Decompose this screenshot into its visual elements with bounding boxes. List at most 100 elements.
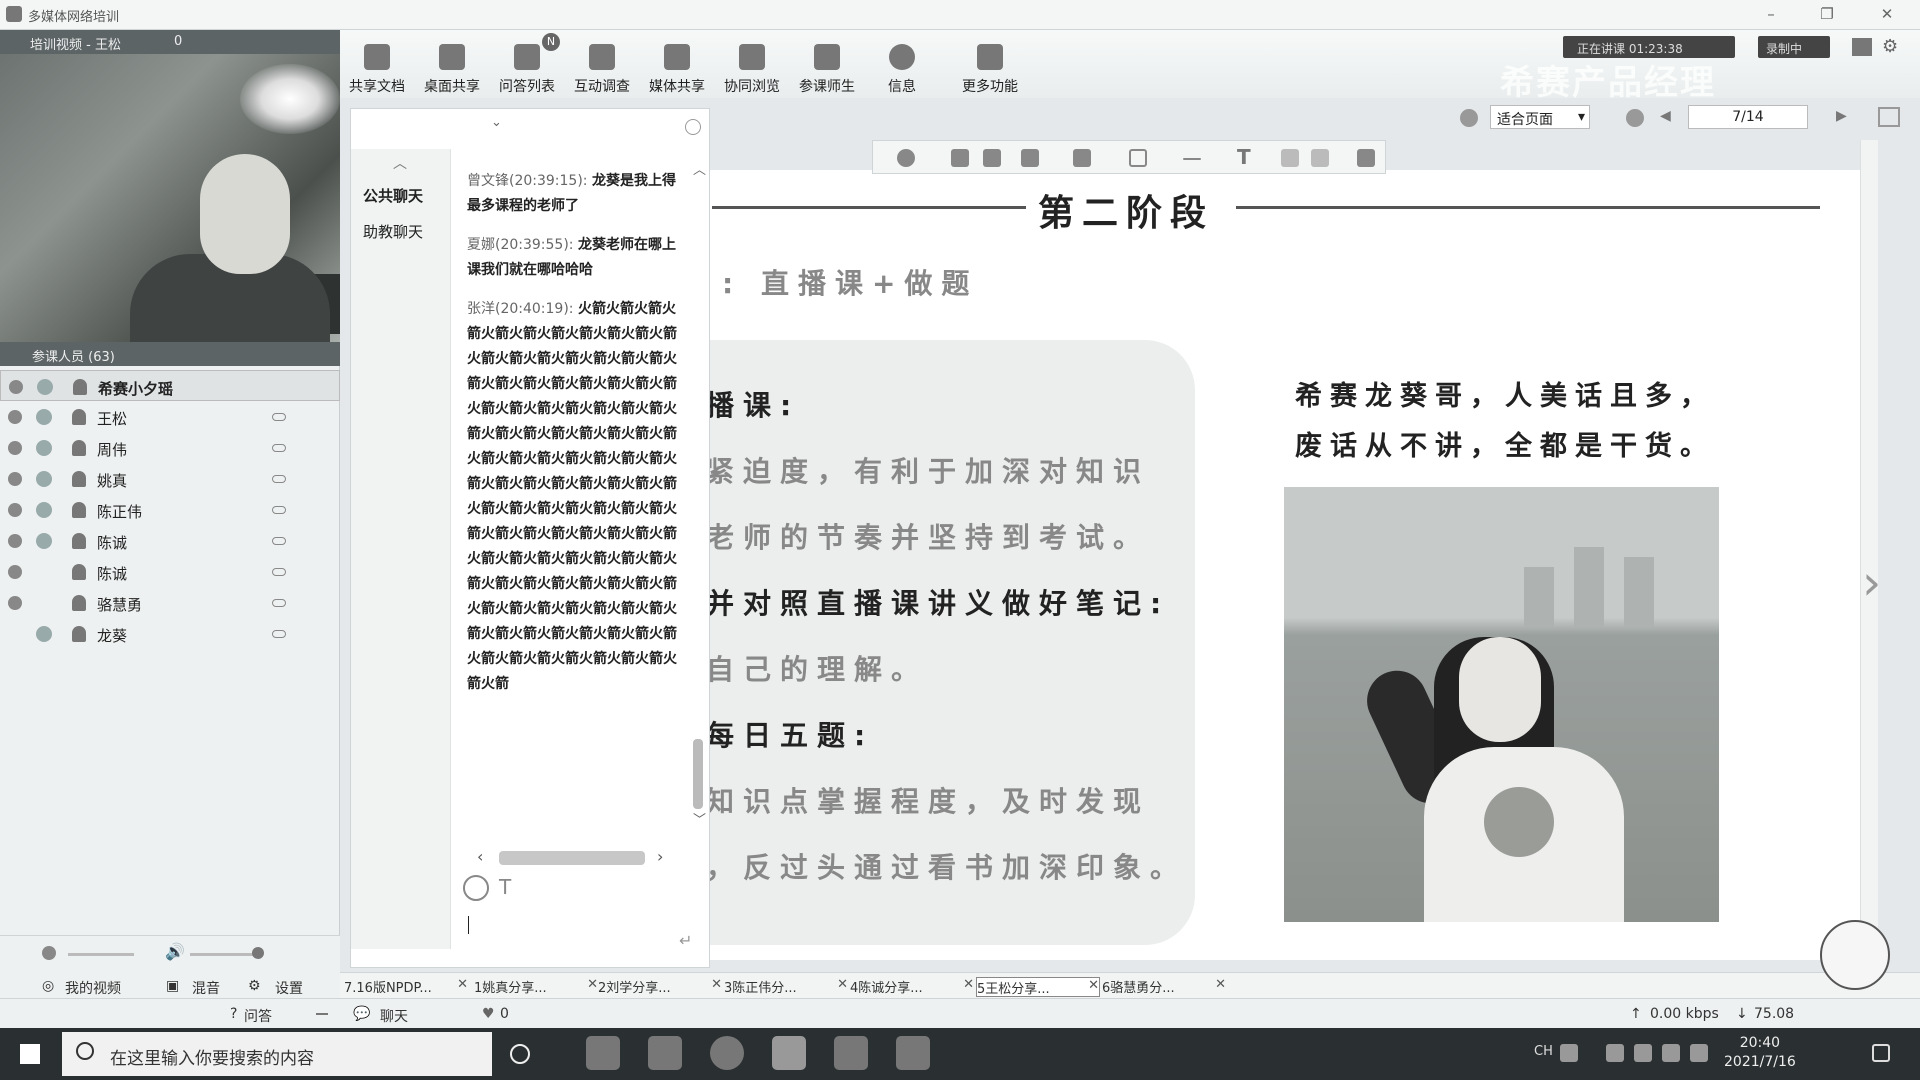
chat-scrollbar-thumb[interactable] (693, 739, 703, 809)
doc-tab[interactable]: 6骆慧勇分... ✕ (1102, 977, 1226, 997)
screenshot-icon[interactable] (1357, 149, 1375, 167)
participant-row[interactable]: 希赛小夕瑶 (0, 370, 340, 401)
battery-icon[interactable] (1662, 1044, 1680, 1062)
doc-tab[interactable]: 1姚真分享... ✕ (474, 977, 598, 997)
close-icon[interactable]: ✕ (837, 977, 848, 992)
system-clock[interactable]: 20:40 2021/7/16 (1724, 1034, 1796, 1072)
participant-row[interactable]: 陈诚 (0, 556, 340, 587)
doc-tab[interactable]: 4陈诚分享... ✕ (850, 977, 974, 997)
close-icon[interactable]: ✕ (587, 977, 598, 992)
refresh-icon[interactable] (1460, 109, 1478, 127)
eraser-icon[interactable] (951, 149, 969, 167)
send-icon[interactable]: ↵ (679, 931, 692, 950)
doc-tab[interactable]: 2刘学分享... ✕ (598, 977, 722, 997)
desktop-share-button[interactable]: 桌面共享 (415, 36, 489, 96)
settings-button[interactable]: 设置 (275, 978, 303, 998)
doc-tab[interactable]: 7.16版NPDP... ✕ (344, 977, 468, 997)
notification-icon[interactable] (1872, 1044, 1890, 1062)
restore-button[interactable]: ❐ (1812, 3, 1842, 25)
participant-row[interactable]: 龙葵 (0, 618, 340, 649)
close-icon[interactable]: ✕ (963, 977, 974, 992)
collapse-icon[interactable] (316, 1013, 328, 1015)
cortana-icon[interactable] (510, 1044, 530, 1064)
close-icon[interactable]: ✕ (711, 977, 722, 992)
select-icon[interactable] (983, 149, 1001, 167)
network-icon[interactable] (1690, 1044, 1708, 1062)
participant-row[interactable]: 陈诚 (0, 525, 340, 556)
doc-tab-active[interactable]: 5王松分享... ✕ (976, 977, 1100, 997)
scroll-right-icon[interactable]: › (657, 847, 663, 866)
color-icon[interactable] (1281, 149, 1299, 167)
close-button[interactable]: ✕ (1872, 3, 1902, 25)
my-video-button[interactable]: 我的视频 (65, 978, 121, 998)
co-browse-button[interactable]: 协同浏览 (715, 36, 789, 96)
prev-page-icon[interactable]: ◀ (1660, 108, 1671, 124)
browser-icon[interactable] (710, 1036, 744, 1070)
more-button[interactable]: 更多功能 (940, 36, 1040, 96)
participant-row[interactable]: 姚真 (0, 463, 340, 494)
rectangle-icon[interactable] (1129, 149, 1147, 167)
survey-button[interactable]: 互动调查 (565, 36, 639, 96)
tray-icon[interactable] (1634, 1044, 1652, 1062)
fullscreen-icon[interactable] (1878, 107, 1900, 127)
lecture-status[interactable]: 正在讲课 01:23:38 (1563, 36, 1735, 58)
windows-start-icon[interactable] (20, 1044, 40, 1064)
layout-icon[interactable] (1852, 38, 1872, 56)
scroll-left-icon[interactable]: ‹ (477, 847, 483, 866)
minimize-chat-icon[interactable] (685, 119, 701, 135)
pointer-icon[interactable] (897, 149, 915, 167)
line-icon[interactable] (1183, 158, 1201, 160)
chat-hscrollbar-thumb[interactable] (499, 851, 645, 865)
qa-button[interactable]: 问答 (244, 1006, 272, 1026)
attendees-button[interactable]: 参课师生 (790, 36, 864, 96)
close-icon[interactable]: ✕ (457, 977, 468, 992)
participant-row[interactable]: 周伟 (0, 432, 340, 463)
page-select[interactable]: 7/14 (1688, 105, 1808, 129)
volume-knob[interactable] (252, 947, 264, 959)
info-button[interactable]: 信息 (865, 36, 939, 96)
scroll-up-icon[interactable]: ︿ (693, 159, 706, 178)
powerpoint-icon[interactable] (586, 1036, 620, 1070)
participant-row[interactable]: 骆慧勇 (0, 587, 340, 618)
chat-input[interactable] (456, 904, 706, 954)
emoji-icon[interactable] (463, 875, 489, 901)
volume-slider[interactable] (190, 953, 258, 956)
training-app-icon[interactable] (772, 1036, 806, 1070)
mix-button[interactable]: 混音 (192, 978, 220, 998)
text-tool-icon[interactable]: T (1237, 145, 1251, 169)
doc-tab[interactable]: 3陈正伟分... ✕ (724, 977, 848, 997)
media-share-button[interactable]: 媒体共享 (640, 36, 714, 96)
close-icon[interactable]: ✕ (1215, 977, 1226, 992)
shared-docs-button[interactable]: 共享文档 (340, 36, 414, 96)
next-page-icon[interactable]: ▶ (1836, 108, 1847, 124)
ime-indicator[interactable]: CH (1534, 1044, 1553, 1059)
gear-icon[interactable]: ⚙ (1882, 36, 1898, 57)
scroll-down-icon[interactable]: ﹀ (693, 809, 706, 828)
pen-icon[interactable] (1021, 149, 1039, 167)
participant-row[interactable]: 王松 (0, 401, 340, 432)
file-explorer-icon[interactable] (648, 1036, 682, 1070)
app-icon[interactable] (896, 1036, 930, 1070)
width-icon[interactable] (1311, 149, 1329, 167)
minimize-button[interactable]: – (1756, 3, 1786, 25)
chevron-up-icon[interactable] (1606, 1044, 1624, 1062)
tab-public-chat[interactable]: 公共聊天 (363, 185, 423, 206)
participant-row[interactable]: 陈正伟 (0, 494, 340, 525)
teacher-video[interactable] (0, 54, 340, 342)
close-icon[interactable]: ✕ (1088, 978, 1099, 993)
highlighter-icon[interactable] (1073, 149, 1091, 167)
font-icon[interactable]: T (499, 875, 511, 899)
chat-button[interactable]: 聊天 (380, 1006, 408, 1026)
tab-assistant-chat[interactable]: 助教聊天 (363, 221, 423, 242)
chevron-up-icon[interactable]: ︿ (393, 153, 407, 173)
sogou-icon[interactable] (1560, 1044, 1578, 1062)
camera-slider[interactable] (68, 953, 134, 956)
zoom-out-icon[interactable] (1626, 109, 1644, 127)
taskbar-search[interactable]: 在这里输入你要搜索的内容 (62, 1032, 492, 1076)
heart-icon[interactable]: ♥ (482, 1006, 495, 1022)
next-slide-arrow[interactable]: › (1862, 555, 1881, 611)
app-icon[interactable] (834, 1036, 868, 1070)
chevron-down-icon[interactable]: ⌄ (491, 115, 502, 130)
zoom-select[interactable]: 适合页面 ▾ (1490, 105, 1590, 129)
record-button[interactable]: 录制中 (1758, 36, 1830, 58)
